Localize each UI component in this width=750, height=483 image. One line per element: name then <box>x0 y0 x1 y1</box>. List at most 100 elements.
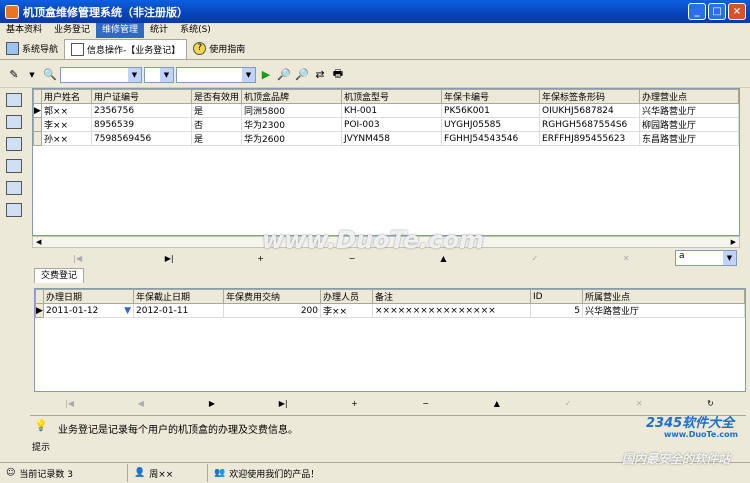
detail-grid[interactable]: 办理日期 年保截止日期 年保费用交纳 办理人员 备注 ID 所属营业点 ▶ 20… <box>34 288 746 392</box>
table-cell[interactable]: 柳园路营业厅 <box>639 117 739 132</box>
column-header[interactable]: 是否有效用 <box>190 89 243 104</box>
delete-record-button[interactable]: − <box>306 254 397 263</box>
insert-record-button[interactable]: + <box>319 399 390 408</box>
value-select[interactable]: ▼ <box>176 66 256 83</box>
table-cell[interactable]: 2011-01-12 ▼ <box>43 303 134 318</box>
table-icon[interactable] <box>6 137 22 151</box>
document-icon[interactable] <box>6 159 22 173</box>
column-header[interactable]: 年保费用交纳 <box>223 289 321 304</box>
column-header[interactable]: 年保截止日期 <box>133 289 224 304</box>
print-icon[interactable]: 🖶 <box>330 67 346 83</box>
chevron-down-icon[interactable]: ▼ <box>124 306 131 316</box>
table-cell[interactable]: 是 <box>190 103 243 118</box>
table-cell[interactable]: 李×× <box>41 117 92 132</box>
column-header[interactable]: 备注 <box>372 289 531 304</box>
image-icon[interactable] <box>6 181 22 195</box>
table-cell[interactable]: ERFFHJ895455623 <box>539 131 641 146</box>
column-header[interactable]: 年保标签条形码 <box>539 89 641 104</box>
find-user-icon[interactable]: 🔎 <box>276 67 292 83</box>
table-cell[interactable]: UYGHJ05585 <box>441 117 541 132</box>
operator-select[interactable]: ▼ <box>144 66 174 83</box>
column-header[interactable]: 办理人员 <box>320 289 373 304</box>
table-cell[interactable]: 华为2300 <box>241 117 343 132</box>
table-cell[interactable]: KH-001 <box>341 103 443 118</box>
refresh-record-button[interactable]: ↻ <box>675 399 746 408</box>
monitor-icon[interactable] <box>6 93 22 107</box>
table-row[interactable]: ▶ 2011-01-12 ▼ 2012-01-11 200 李×× ××××××… <box>35 303 745 318</box>
menu-repair-management[interactable]: 维修管理 <box>96 23 145 38</box>
post-record-button[interactable]: ✓ <box>532 399 603 408</box>
first-record-button[interactable]: |◀ <box>34 399 105 408</box>
last-record-button[interactable]: ▶| <box>123 254 214 263</box>
table-cell[interactable]: 东昌路营业厅 <box>639 131 739 146</box>
search-window-icon[interactable]: 🔍 <box>42 67 58 83</box>
table-cell[interactable]: JVYNM458 <box>341 131 443 146</box>
navigator-select[interactable]: a ▼ <box>675 250 737 266</box>
table-cell[interactable]: 200 <box>223 303 321 318</box>
table-cell[interactable]: RGHGH5687554S6 <box>539 117 641 132</box>
table-row[interactable]: ▶ 郭×× 2356756 是 同洲5800 KH-001 PK56K001 O… <box>33 103 739 118</box>
minimize-button[interactable]: _ <box>688 3 706 20</box>
menu-statistics[interactable]: 统计 <box>144 23 174 38</box>
main-grid[interactable]: 用户姓名 用户证编号 是否有效用 机顶盒品牌 机顶盒型号 年保卡编号 年保标签条… <box>32 88 740 236</box>
table-row[interactable]: 孙×× 7598569456 是 华为2600 JVYNM458 FGHHJ54… <box>33 131 739 146</box>
table-cell[interactable]: 兴华路营业厅 <box>582 303 745 318</box>
tab-payment-register[interactable]: 交费登记 <box>34 268 85 283</box>
table-cell[interactable]: 李×× <box>320 303 373 318</box>
column-header[interactable]: 年保卡编号 <box>441 89 541 104</box>
trash-icon[interactable] <box>6 203 22 217</box>
table-cell[interactable]: 华为2600 <box>241 131 343 146</box>
tab-system-nav[interactable]: 系统导航 <box>0 39 64 59</box>
refresh-icon[interactable]: ⇄ <box>312 67 328 83</box>
column-header[interactable]: 机顶盒品牌 <box>241 89 343 104</box>
users-icon[interactable] <box>6 115 22 129</box>
column-header[interactable]: 机顶盒型号 <box>341 89 443 104</box>
table-cell[interactable]: 同洲5800 <box>241 103 343 118</box>
prior-record-button[interactable]: ◀ <box>105 399 176 408</box>
run-icon[interactable]: ▶ <box>258 67 274 83</box>
table-cell[interactable]: 兴华路营业厅 <box>639 103 739 118</box>
column-header[interactable]: 用户姓名 <box>41 89 92 104</box>
table-cell[interactable]: FGHHJ54543546 <box>441 131 541 146</box>
pencil-icon[interactable]: ✎ <box>6 67 22 83</box>
delete-record-button[interactable]: − <box>390 399 461 408</box>
maximize-button[interactable]: □ <box>708 3 726 20</box>
field-select[interactable]: ▼ <box>60 66 142 83</box>
tab-user-guide[interactable]: ? 使用指南 <box>187 39 251 59</box>
column-header[interactable]: 办理营业点 <box>639 89 739 104</box>
find-all-icon[interactable]: 🔎 <box>294 67 310 83</box>
tab-info-operation[interactable]: 信息操作-【业务登记】 <box>64 38 188 59</box>
next-record-button[interactable]: ▶ <box>176 399 247 408</box>
edit-record-button[interactable]: ▲ <box>461 399 532 408</box>
column-header[interactable]: 用户证编号 <box>91 89 192 104</box>
table-cell[interactable]: 5 <box>530 303 583 318</box>
dropdown-arrow-icon[interactable]: ▼ <box>24 67 40 83</box>
edit-record-button[interactable]: ▲ <box>398 254 489 263</box>
table-cell[interactable]: PK56K001 <box>441 103 541 118</box>
table-cell[interactable]: OIUKHJ5687824 <box>539 103 641 118</box>
table-cell[interactable]: 郭×× <box>41 103 92 118</box>
scroll-left-icon[interactable]: ◀ <box>36 238 41 246</box>
menu-basic-data[interactable]: 基本资料 <box>0 23 48 38</box>
table-cell[interactable]: 是 <box>190 131 243 146</box>
menu-system[interactable]: 系统(S) <box>174 23 217 38</box>
first-record-button[interactable]: |◀ <box>32 254 123 263</box>
cancel-record-button[interactable]: ✕ <box>604 399 675 408</box>
insert-record-button[interactable]: + <box>215 254 306 263</box>
table-row[interactable]: 李×× 8956539 否 华为2300 POI-003 UYGHJ05585 … <box>33 117 739 132</box>
table-cell[interactable]: 2356756 <box>91 103 192 118</box>
column-header[interactable]: 办理日期 <box>43 289 134 304</box>
table-cell[interactable]: 8956539 <box>91 117 192 132</box>
cancel-record-button[interactable]: ✕ <box>581 254 672 263</box>
table-cell[interactable]: 7598569456 <box>91 131 192 146</box>
table-cell[interactable]: 2012-01-11 <box>133 303 224 318</box>
table-cell[interactable]: ×××××××××××××××× <box>372 303 531 318</box>
last-record-button[interactable]: ▶| <box>248 399 319 408</box>
column-header[interactable]: ID <box>530 289 583 304</box>
table-cell[interactable]: 否 <box>190 117 243 132</box>
table-cell[interactable]: 孙×× <box>41 131 92 146</box>
table-cell[interactable]: POI-003 <box>341 117 443 132</box>
menu-business-register[interactable]: 业务登记 <box>48 23 96 38</box>
post-record-button[interactable]: ✓ <box>489 254 580 263</box>
close-button[interactable]: × <box>728 3 746 20</box>
